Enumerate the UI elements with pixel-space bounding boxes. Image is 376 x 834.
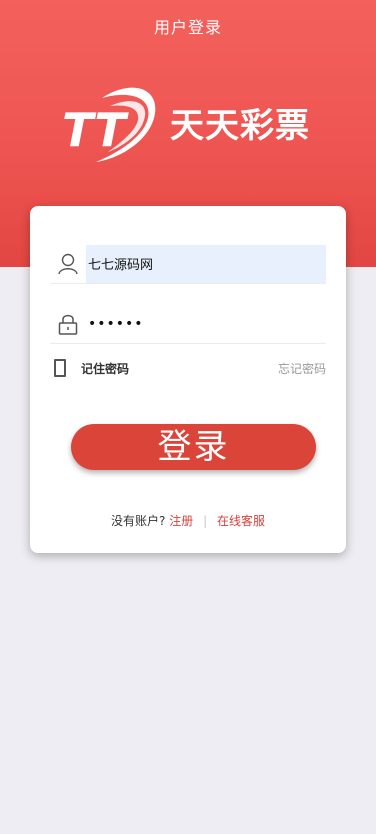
checkbox-icon[interactable]	[54, 359, 66, 377]
forgot-password-link[interactable]: 忘记密码	[278, 360, 326, 377]
password-field: ••••••	[50, 304, 326, 344]
login-card: 七七源码网 •••••• 记住密码 忘记密码 登录 没有账户? 注册 | 在线客…	[30, 206, 346, 553]
username-input[interactable]: 七七源码网	[86, 244, 326, 283]
online-support-link[interactable]: 在线客服	[217, 514, 265, 528]
no-account-text: 没有账户?	[111, 514, 166, 528]
lock-icon	[50, 304, 86, 344]
user-icon	[50, 244, 86, 284]
svg-text:TT: TT	[62, 103, 129, 157]
separator: |	[203, 514, 208, 528]
remember-row: 记住密码 忘记密码	[54, 356, 326, 380]
page-title: 用户登录	[153, 18, 222, 37]
tt-logo-icon: TT	[62, 87, 156, 162]
brand-logo: TT 天天彩票	[62, 78, 316, 166]
brand-name: 天天彩票	[170, 105, 310, 146]
footer-links: 没有账户? 注册 | 在线客服	[30, 512, 346, 529]
password-input[interactable]: ••••••	[86, 305, 326, 343]
remember-password-label[interactable]: 记住密码	[81, 360, 129, 377]
login-button[interactable]: 登录	[71, 424, 316, 470]
register-link[interactable]: 注册	[169, 514, 193, 528]
username-field: 七七源码网	[50, 244, 326, 284]
